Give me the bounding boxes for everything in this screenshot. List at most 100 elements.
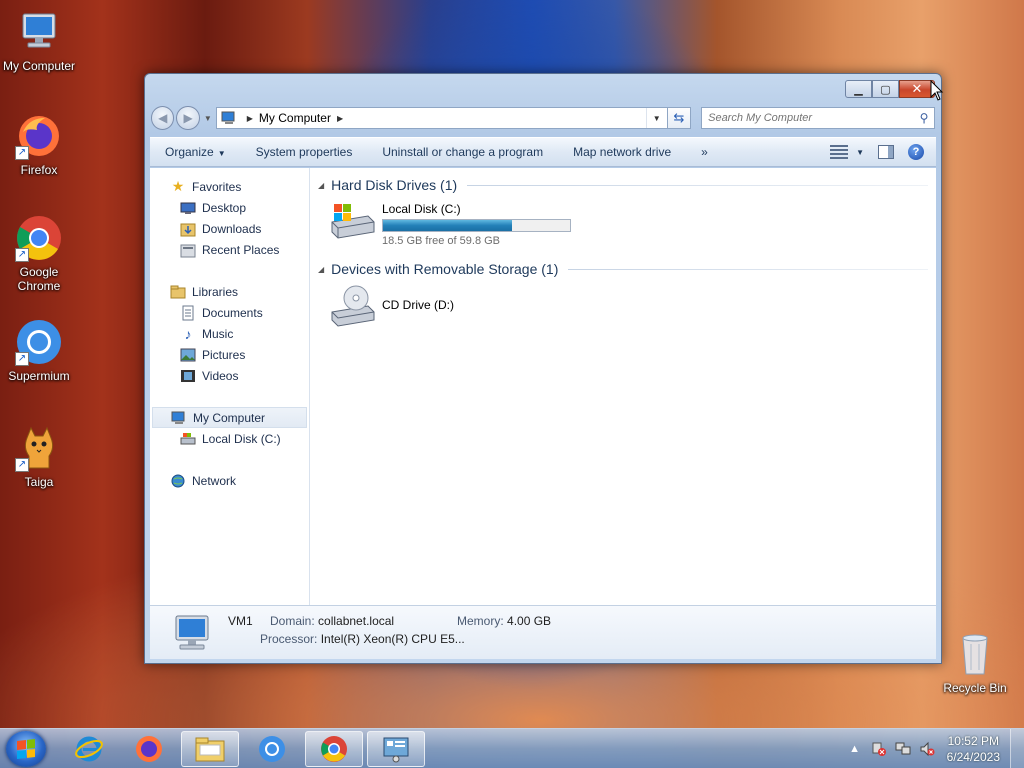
folder-icon [195,737,225,762]
desktop-folder-icon [180,200,196,216]
taiga-cat-icon: ↗ [15,424,63,472]
nav-item-downloads[interactable]: Downloads [150,218,309,239]
nav-item-documents[interactable]: Documents [150,302,309,323]
address-bar[interactable]: ▶ My Computer ▶ ▼ [215,107,668,129]
taskbar-firefox[interactable] [120,731,178,767]
desktop-icon-label: Recycle Bin [943,681,1007,695]
system-tray: ▲ 10:52 PM 6/24/2023 [843,729,1024,768]
nav-item-desktop[interactable]: Desktop [150,197,309,218]
nav-item-label: My Computer [193,410,266,425]
nav-item-label: Favorites [192,179,242,194]
address-dropdown-icon[interactable]: ▼ [645,108,667,128]
refresh-button[interactable]: ⇆ [667,107,692,129]
drive-item-c[interactable]: Local Disk (C:) 18.5 GB free of 59.8 GB [318,196,928,256]
desktop-icon-recycle-bin[interactable]: Recycle Bin [936,630,1014,695]
breadcrumb-separator-icon[interactable]: ▶ [247,114,253,123]
nav-item-libraries[interactable]: Libraries [150,281,309,302]
breadcrumb-separator-icon[interactable]: ▶ [337,114,343,123]
taskbar-internet-explorer[interactable] [60,731,118,767]
libraries-icon [170,284,186,300]
taskbar: ▲ 10:52 PM 6/24/2023 [0,728,1024,768]
collapse-triangle-icon[interactable]: ◢ [318,265,324,274]
star-icon: ★ [171,178,185,194]
computer-icon [170,614,214,652]
nav-item-pictures[interactable]: Pictures [150,344,309,365]
desktop-icon-firefox[interactable]: ↗ Firefox [0,112,78,177]
computer-name: VM1 [228,614,253,628]
view-list-icon [830,145,849,159]
uninstall-program-button[interactable]: Uninstall or change a program [367,145,558,159]
internet-explorer-icon [75,736,103,762]
desktop-icon-google-chrome[interactable]: ↗ Google Chrome [0,214,78,293]
group-divider [568,268,928,270]
desktop-icon-taiga[interactable]: ↗ Taiga [0,424,78,489]
show-desktop-button[interactable] [1010,729,1024,768]
system-properties-button[interactable]: System properties [241,145,368,159]
organize-button[interactable]: Organize ▼ [150,145,241,159]
network-globe-icon [170,473,186,489]
desktop-icon-supermium[interactable]: ↗ Supermium [0,318,78,383]
drive-item-d[interactable]: CD Drive (D:) [318,280,928,340]
taskbar-google-chrome[interactable] [305,731,363,767]
clock-date: 6/24/2023 [946,750,1000,764]
drive-usage-bar [382,219,571,232]
chrome-icon [321,736,347,762]
search-input[interactable] [708,112,914,124]
cd-drive-icon [328,284,376,327]
nav-item-favorites[interactable]: ★ Favorites [150,176,309,197]
group-header-removable-storage[interactable]: ◢ Devices with Removable Storage (1) [318,258,928,280]
back-button[interactable]: ◀ [151,106,175,130]
nav-item-my-computer[interactable]: My Computer [152,407,307,428]
nav-item-music[interactable]: ♪ Music [150,323,309,344]
downloads-folder-icon [180,221,196,237]
map-network-drive-button[interactable]: Map network drive [558,145,686,159]
music-note-icon: ♪ [184,325,192,342]
breadcrumb-my-computer[interactable]: My Computer [259,111,331,125]
collapse-triangle-icon[interactable]: ◢ [318,181,324,190]
network-status-icon[interactable] [894,740,912,758]
nav-item-recent-places[interactable]: Recent Places [150,239,309,260]
recent-pages-dropdown[interactable]: ▼ [204,114,212,123]
group-divider [467,184,928,186]
group-header-hard-disk-drives[interactable]: ◢ Hard Disk Drives (1) [318,174,928,196]
taskbar-windows-explorer[interactable] [181,731,239,767]
forward-button[interactable]: ▶ [176,106,200,130]
clock-time: 10:52 PM [947,734,999,748]
system-clock[interactable]: 10:52 PM 6/24/2023 [939,733,1010,765]
maximize-button[interactable]: ▢ [872,80,899,98]
drive-free-space: 18.5 GB free of 59.8 GB [382,235,501,247]
nav-item-label: Network [192,473,237,488]
nav-item-network[interactable]: Network [150,470,309,491]
desktop-icon-label: My Computer [2,59,76,73]
action-center-icon[interactable] [870,740,888,758]
mouse-cursor-icon [930,80,944,101]
nav-item-label: Documents [202,305,263,320]
taskbar-control-panel[interactable] [367,731,425,767]
start-button[interactable] [6,731,46,767]
videos-icon [180,368,196,384]
shortcut-arrow-icon: ↗ [15,146,29,160]
control-panel-icon [383,737,409,763]
computer-icon [171,410,187,426]
preview-pane-icon[interactable] [878,145,894,159]
hard-drive-icon [180,431,196,447]
pictures-icon [180,347,196,363]
taskbar-supermium[interactable] [243,731,301,767]
arrow-left-icon: ◀ [158,111,168,125]
nav-item-label: Desktop [202,200,247,215]
volume-muted-icon[interactable] [918,740,936,758]
show-hidden-icons-button[interactable]: ▲ [846,740,864,758]
change-view-button[interactable]: ▼ [830,145,864,159]
chrome-icon: ↗ [15,214,63,262]
search-icon[interactable]: ⚲ [914,111,934,125]
nav-item-local-disk-c[interactable]: Local Disk (C:) [150,428,309,449]
search-box[interactable]: ⚲ [701,107,935,129]
supermium-icon: ↗ [15,318,63,366]
minimize-button[interactable]: ▁ [845,80,872,98]
nav-item-videos[interactable]: Videos [150,365,309,386]
memory-label: Memory: [457,614,504,628]
drive-name: Local Disk (C:) [382,202,461,216]
desktop-icon-my-computer[interactable]: My Computer [0,8,78,73]
more-commands-button[interactable]: » [686,145,723,159]
help-icon[interactable]: ? [908,144,924,160]
